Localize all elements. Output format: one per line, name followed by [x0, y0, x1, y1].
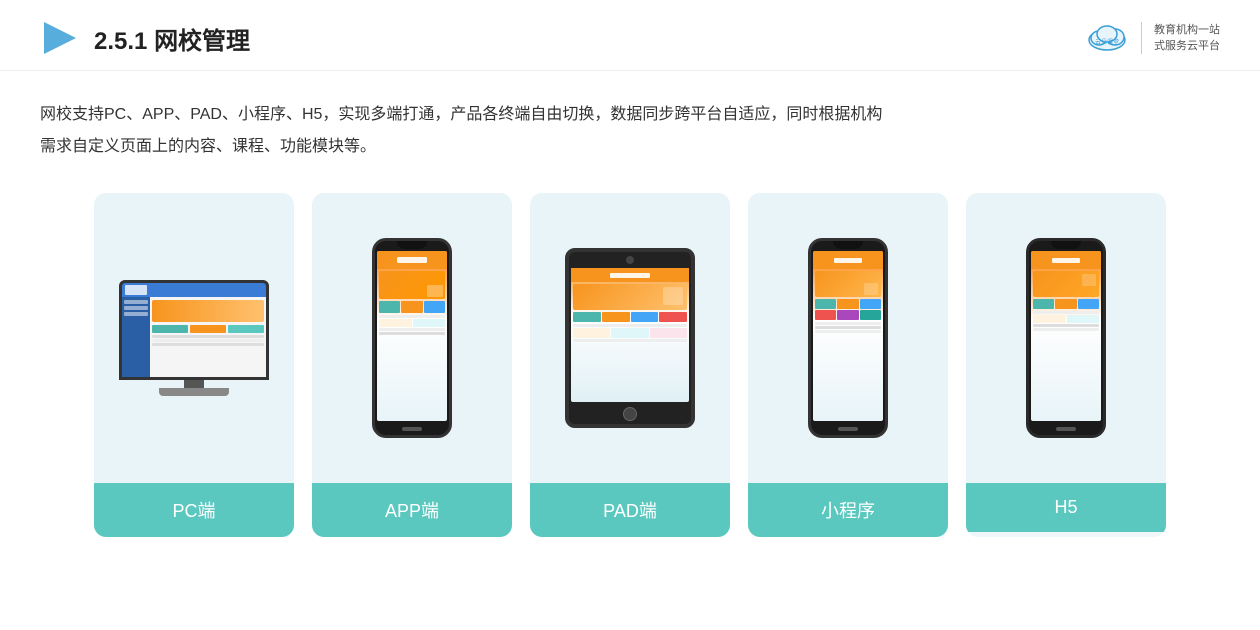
miniprogram-mockup [808, 238, 888, 438]
svg-text:云朵课堂: 云朵课堂 [1095, 38, 1119, 46]
card-miniprogram: 小程序 [748, 193, 948, 537]
card-pc-label: PC端 [94, 483, 294, 537]
platform-cards: PC端 [0, 173, 1260, 557]
card-app: APP端 [312, 193, 512, 537]
brand-divider [1141, 22, 1142, 54]
card-pad-image [530, 193, 730, 483]
pad-mockup [565, 248, 695, 428]
header-left: 2.5.1 网校管理 [40, 18, 250, 58]
card-app-label: APP端 [312, 483, 512, 537]
phone-home [402, 427, 422, 431]
card-app-image [312, 193, 512, 483]
h5-mockup [1026, 238, 1106, 438]
h5-notch [1051, 241, 1081, 249]
card-miniprogram-label: 小程序 [748, 483, 948, 537]
card-pad-label: PAD端 [530, 483, 730, 537]
card-miniprogram-image [748, 193, 948, 483]
page-title: 2.5.1 网校管理 [94, 21, 250, 56]
tablet-screen [571, 268, 689, 402]
tablet-camera [626, 256, 634, 264]
card-pc-image [94, 193, 294, 483]
miniprogram-notch [833, 241, 863, 249]
description-text: 网校支持PC、APP、PAD、小程序、H5，实现多端打通，产品各终端自由切换，数… [0, 71, 1260, 173]
phone-notch [397, 241, 427, 249]
pc-screen [119, 280, 269, 380]
brand-tagline: 教育机构一站 式服务云平台 [1154, 22, 1220, 55]
card-h5: H5 [966, 193, 1166, 537]
miniprogram-screen [813, 251, 883, 421]
brand-logo: 云朵课堂 教育机构一站 式服务云平台 [1085, 20, 1220, 56]
pc-mockup [114, 280, 274, 396]
h5-home [1056, 427, 1076, 431]
header: 2.5.1 网校管理 云朵课堂 教育机构一站 式服务云平台 [0, 0, 1260, 71]
logo-icon [40, 18, 80, 58]
header-right: 云朵课堂 教育机构一站 式服务云平台 [1085, 20, 1220, 56]
card-pc: PC端 [94, 193, 294, 537]
tablet-home [623, 407, 637, 421]
card-h5-label: H5 [966, 483, 1166, 532]
app-mockup [372, 238, 452, 438]
h5-screen [1031, 251, 1101, 421]
pc-neck [184, 380, 204, 388]
pc-base [159, 388, 229, 396]
miniprogram-home [838, 427, 858, 431]
card-h5-image [966, 193, 1166, 483]
phone-screen [377, 251, 447, 421]
brand-cloud-icon: 云朵课堂 [1085, 20, 1129, 56]
card-pad: PAD端 [530, 193, 730, 537]
